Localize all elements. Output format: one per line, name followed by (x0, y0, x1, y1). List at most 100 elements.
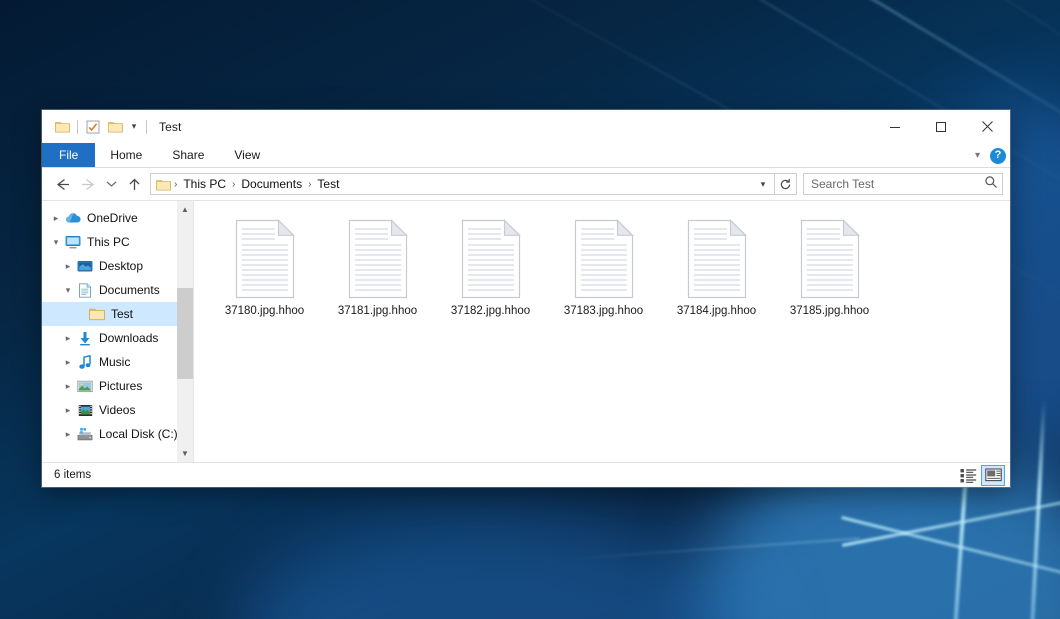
generic-document-icon (347, 219, 409, 299)
tab-view[interactable]: View (219, 143, 275, 167)
details-view-button[interactable] (956, 465, 980, 486)
file-item[interactable]: 37182.jpg.hhoo (434, 215, 547, 335)
scroll-up-button[interactable]: ▲ (177, 201, 193, 218)
pictures-icon (76, 378, 94, 394)
twist-placeholder (72, 302, 88, 326)
status-bar: 6 items (42, 462, 1010, 487)
search-placeholder: Search Test (811, 177, 984, 191)
chevron-right-icon[interactable]: ▸ (48, 206, 64, 230)
tab-share[interactable]: Share (157, 143, 219, 167)
qat-separator-2 (146, 120, 147, 134)
cloud-icon (64, 210, 82, 226)
search-icon[interactable] (984, 175, 998, 194)
file-explorer-window: ▾ Test File Home Share View ▾ ? (42, 110, 1010, 487)
sidebar-item-label: Pictures (99, 379, 142, 393)
downloads-icon (76, 330, 94, 346)
breadcrumb-item-documents[interactable]: Documents (236, 177, 307, 191)
sidebar-item-documents[interactable]: ▾ Documents (42, 278, 193, 302)
navigation-pane: ▸ OneDrive ▾ (42, 201, 194, 462)
chevron-right-icon[interactable]: ▸ (60, 350, 76, 374)
up-button[interactable] (121, 171, 147, 197)
forward-button[interactable] (75, 171, 101, 197)
quick-access-toolbar: ▾ (51, 110, 151, 143)
music-icon (76, 354, 94, 370)
refresh-button[interactable] (775, 173, 797, 195)
file-name: 37185.jpg.hhoo (790, 305, 869, 317)
address-bar: › This PC › Documents › Test ▾ Search Te… (42, 168, 1010, 200)
qat-separator-1 (77, 120, 78, 134)
sidebar-item-label: Downloads (99, 331, 158, 345)
file-name: 37183.jpg.hhoo (564, 305, 643, 317)
file-item[interactable]: 37185.jpg.hhoo (773, 215, 886, 335)
new-folder-icon[interactable] (104, 116, 126, 138)
tab-file[interactable]: File (42, 143, 95, 167)
sidebar-item-music[interactable]: ▸ Music (42, 350, 193, 374)
file-item[interactable]: 37183.jpg.hhoo (547, 215, 660, 335)
breadcrumb-item-test[interactable]: Test (312, 177, 344, 191)
chevron-down-icon[interactable]: ▾ (126, 116, 142, 138)
sidebar-item-label: OneDrive (87, 211, 138, 225)
file-item[interactable]: 37184.jpg.hhoo (660, 215, 773, 335)
maximize-button[interactable] (918, 110, 964, 143)
ribbon-right-controls: ▾ ? (971, 143, 1006, 168)
sidebar-item-pictures[interactable]: ▸ Pictures (42, 374, 193, 398)
sidebar-item-label: Local Disk (C:) (99, 427, 178, 441)
monitor-icon (64, 234, 82, 250)
chevron-right-icon[interactable]: ▸ (60, 422, 76, 446)
close-button[interactable] (964, 110, 1010, 143)
sidebar-item-local-disk-c[interactable]: ▸ Local Disk (C: (42, 422, 193, 446)
sidebar-item-label: Test (111, 307, 133, 321)
sidebar-item-label: This PC (87, 235, 130, 249)
sidebar-item-label: Desktop (99, 259, 143, 273)
drive-icon (76, 426, 94, 442)
breadcrumb-item-this-pc[interactable]: This PC (178, 177, 231, 191)
file-list[interactable]: 37180.jpg.hhoo 37181.jpg.hhoo (194, 201, 1010, 462)
chevron-right-icon[interactable]: ▸ (60, 326, 76, 350)
help-icon[interactable]: ? (990, 148, 1006, 164)
file-name: 37180.jpg.hhoo (225, 305, 304, 317)
chevron-right-icon[interactable]: ▸ (60, 398, 76, 422)
window-body: ▸ OneDrive ▾ (42, 200, 1010, 462)
sidebar-item-label: Documents (99, 283, 160, 297)
chevron-down-icon[interactable]: ▾ (971, 150, 984, 161)
chevron-down-icon[interactable]: ▾ (48, 230, 64, 254)
videos-icon (76, 402, 94, 418)
chevron-down-icon[interactable]: ▾ (60, 278, 76, 302)
scroll-down-button[interactable]: ▼ (177, 445, 193, 462)
sidebar-item-downloads[interactable]: ▸ Downloads (42, 326, 193, 350)
sidebar-item-desktop[interactable]: ▸ Desktop (42, 254, 193, 278)
chevron-right-icon[interactable]: ▸ (60, 374, 76, 398)
generic-document-icon (460, 219, 522, 299)
scrollbar-track[interactable] (177, 218, 193, 445)
desktop-icon (76, 258, 94, 274)
generic-document-icon (573, 219, 635, 299)
file-name: 37182.jpg.hhoo (451, 305, 530, 317)
back-button[interactable] (49, 171, 75, 197)
file-item[interactable]: 37181.jpg.hhoo (321, 215, 434, 335)
documents-icon (76, 282, 94, 298)
sidebar-item-videos[interactable]: ▸ (42, 398, 193, 422)
generic-document-icon (686, 219, 748, 299)
sidebar-scrollbar[interactable]: ▲ ▼ (177, 201, 193, 462)
sidebar-item-test[interactable]: Test (42, 302, 193, 326)
search-input[interactable]: Search Test (803, 173, 1003, 195)
chevron-right-icon[interactable]: ▸ (60, 254, 76, 278)
recent-locations-button[interactable] (101, 171, 121, 197)
tab-home[interactable]: Home (95, 143, 157, 167)
title-bar: ▾ Test (42, 110, 1010, 143)
file-item[interactable]: 37180.jpg.hhoo (208, 215, 321, 335)
sidebar-item-onedrive[interactable]: ▸ OneDrive (42, 206, 193, 230)
properties-icon[interactable] (82, 116, 104, 138)
generic-document-icon (234, 219, 296, 299)
scrollbar-thumb[interactable] (177, 288, 193, 379)
chevron-down-icon[interactable]: ▾ (754, 174, 772, 194)
minimize-button[interactable] (872, 110, 918, 143)
sidebar-item-label: Music (99, 355, 130, 369)
large-icons-view-button[interactable] (981, 465, 1005, 486)
window-title: Test (159, 120, 181, 134)
folder-icon (156, 178, 171, 191)
breadcrumb[interactable]: › This PC › Documents › Test ▾ (150, 173, 775, 195)
folder-icon[interactable] (51, 116, 73, 138)
sidebar-item-this-pc[interactable]: ▾ This PC (42, 230, 193, 254)
sidebar-item-label: Videos (99, 403, 135, 417)
